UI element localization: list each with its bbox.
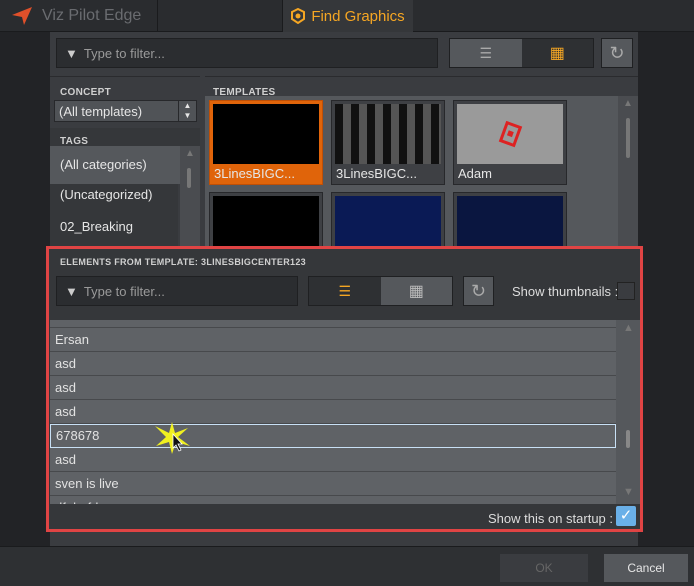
filter-icon: ▼ [65,283,78,299]
footer: OK Cancel [0,546,694,586]
cancel-button[interactable]: Cancel [604,554,688,582]
refresh-icon: ↻ [609,42,625,63]
grid-icon: ▦ [549,45,565,62]
list-item[interactable]: Ersan [50,328,616,352]
scroll-up-icon: ▲ [623,322,634,334]
elements-header: ELEMENTS FROM TEMPLATE: 3LINESBIGCENTER1… [60,257,306,267]
scroll-up-icon: ▲ [623,98,633,109]
concept-header: CONCEPT [50,76,200,98]
tab-label: Find Graphics [311,7,405,25]
elements-view-toggle: ☰ ▦ [308,276,453,306]
list-item-selected[interactable]: 678678 [50,424,616,448]
elements-refresh-button[interactable]: ↻ [463,276,494,306]
template-name: 3LinesBIGC... [214,166,295,181]
placeholder: Type to filter... [83,283,165,299]
tag-item[interactable]: 02_Breaking [60,219,133,234]
ok-button[interactable]: OK [500,554,588,582]
tag-item[interactable]: (All categories) [50,146,180,184]
startup-checkbox[interactable]: ✓ [616,506,636,526]
elements-dialog: ELEMENTS FROM TEMPLATE: 3LINESBIGCENTER1… [46,246,643,532]
elements-list: Ersan asd asd asd 678678 asd sven is liv… [50,320,640,504]
click-indicator-icon [155,422,190,454]
list-icon: ☰ [479,44,493,61]
show-thumbnails-checkbox[interactable] [617,282,635,300]
check-icon: ✓ [619,507,633,524]
template-name: 3LinesBIGC... [336,166,417,181]
elements-scrollbar[interactable]: ▲ ▼ [616,320,640,504]
concept-label: CONCEPT [60,87,111,98]
concept-select[interactable]: (All templates) ▲ ▼ [54,100,197,122]
grid-view-button[interactable]: ▦ [380,277,452,305]
app-title: Viz Pilot Edge [42,7,142,24]
refresh-button[interactable]: ↻ [601,38,633,68]
concept-value: (All templates) [59,104,143,119]
scroll-up-icon: ▲ [185,148,195,159]
grid-icon: ▦ [408,283,424,300]
tab-find-graphics[interactable]: Find Graphics [283,0,413,32]
templates-scrollbar[interactable]: ▲ [618,96,638,246]
templates-grid: 3LinesBIGC... 3LinesBIGC... ■ Adam [205,96,618,277]
filter-icon: ▼ [65,45,78,61]
updown-icon: ▲ ▼ [178,101,196,121]
placeholder: Type to filter... [83,45,165,61]
list-item[interactable]: asd [50,400,616,424]
templates-header: TEMPLATES [205,76,638,98]
list-item[interactable]: asd [50,376,616,400]
top-bar: Viz Pilot Edge Find Graphics [0,0,694,32]
startup-label: Show this on startup : [488,511,614,526]
tags-scrollbar[interactable]: ▲ [180,146,200,246]
viz-logo-icon [12,7,32,25]
tab-viz-pilot-edge[interactable]: Viz Pilot Edge [0,0,158,32]
refresh-icon: ↻ [470,280,487,301]
tag-item[interactable]: (Uncategorized) [60,187,153,202]
elements-filter-input[interactable]: ▼ Type to filter... [56,276,298,306]
show-thumbnails-label: Show thumbnails : [512,284,619,299]
list-view-button[interactable]: ☰ [309,277,381,305]
template-name: Adam [458,166,492,181]
list-icon: ☰ [338,282,352,299]
list-view-button[interactable]: ☰ [450,39,522,67]
template-filter-input[interactable]: ▼ Type to filter... [56,38,438,68]
scroll-thumb[interactable] [626,430,630,448]
grid-view-button[interactable]: ▦ [521,39,593,67]
list-item[interactable]: asd [50,448,616,472]
find-graphics-icon [291,8,306,24]
view-toggle: ☰ ▦ [449,38,594,68]
template-thumbnail[interactable]: 3LinesBIGC... [209,100,323,185]
tags-header: TAGS [50,128,200,147]
tab-spacer [158,0,283,32]
template-thumbnail[interactable]: 3LinesBIGC... [331,100,445,185]
tag-label: (All categories) [60,157,147,172]
list-item[interactable]: dfghgfd [50,496,616,504]
scroll-down-icon: ▼ [623,486,634,498]
list-item[interactable]: asd [50,352,616,376]
list-item[interactable]: sven is live [50,472,616,496]
template-thumbnail[interactable]: ■ Adam [453,100,567,185]
